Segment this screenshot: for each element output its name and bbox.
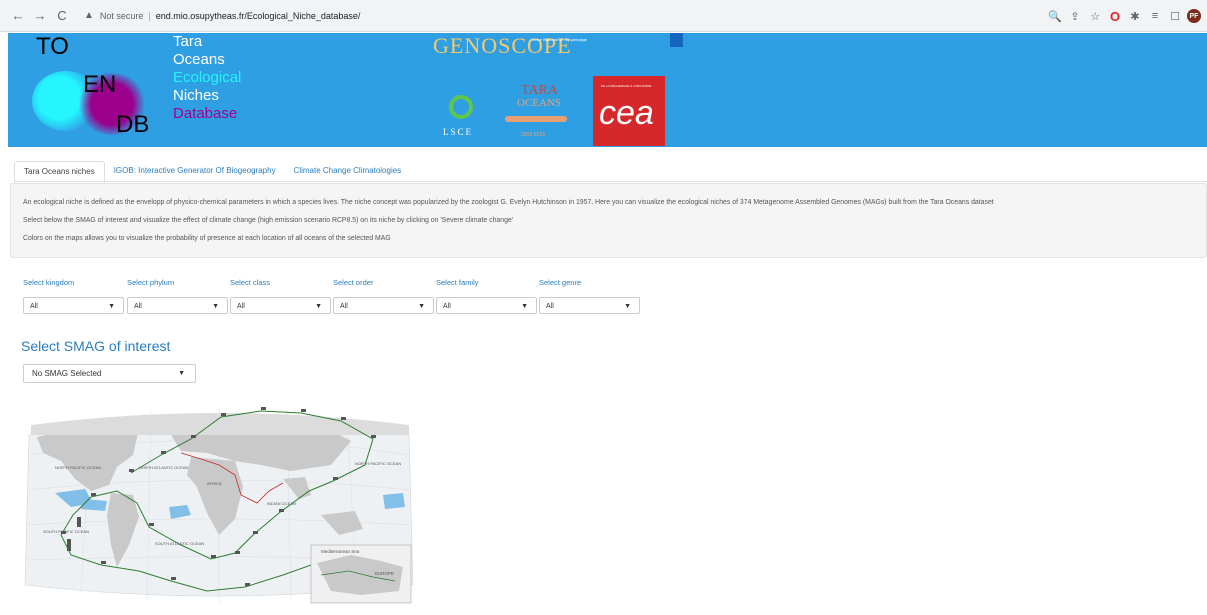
filter-phylum-label: Select phylum [127,278,175,287]
lsce-logo: LSCE [443,95,481,143]
brand-line: Oceans [173,51,225,68]
main-tabs: Tara Oceans niches IGOB: Interactive Gen… [14,161,411,183]
address-bar[interactable]: ▲ Not secure | end.mio.osupytheas.fr/Eco… [84,10,360,21]
genre-select[interactable]: All ▼ [539,297,640,314]
family-select[interactable]: All ▼ [436,297,537,314]
url-separator: | [148,10,151,21]
family-select-value: All [443,303,451,310]
boat-icon [505,116,567,122]
phylum-select-value: All [134,303,142,310]
inset-label: Mediterranean Sea [321,549,360,554]
chevron-down-icon: ▼ [315,303,322,310]
smag-select[interactable]: No SMAG Selected ▼ [23,364,196,383]
order-select[interactable]: All ▼ [333,297,434,314]
tab-igob[interactable]: IGOB: Interactive Generator Of Biogeogra… [105,161,285,181]
brand-title: Tara Oceans Ecological Niches Database [173,33,241,123]
inset-europe-label: EUROPE [375,571,394,576]
description-line-3: Colors on the maps allows you to visuali… [23,235,391,242]
forward-icon[interactable]: → [32,8,48,24]
filter-family-label: Select family [436,278,479,287]
genoscope-square [670,33,683,47]
brand-line: Ecological [173,69,242,86]
order-select-value: All [340,303,348,310]
filter-class: Select class All ▼ [230,277,331,314]
filter-genre-label: Select genre [539,278,582,287]
chevron-down-icon: ▼ [624,303,631,310]
filter-order-label: Select order [333,278,374,287]
warning-icon: ▲ [84,10,94,21]
description-line-1: An ecological niche is defined as the en… [23,199,994,206]
continent-label: AFRICA [207,481,222,486]
cea-tagline: DE LA RECHERCHE À L'INDUSTRIE [601,84,652,88]
class-select[interactable]: All ▼ [230,297,331,314]
chevron-down-icon: ▼ [178,370,185,377]
share-icon[interactable]: ⇪ [1067,8,1083,24]
ocean-label: SOUTH PACIFIC OCEAN [43,529,89,534]
zoom-icon[interactable]: 🔍 [1047,8,1063,24]
tab-climate-change[interactable]: Climate Change Climatologies [285,161,411,181]
not-secure-label: Not secure [99,10,144,21]
lsce-text: LSCE [443,127,474,137]
ocean-label: NORTH PACIFIC OCEAN [355,461,401,466]
smag-select-value: No SMAG Selected [32,369,102,378]
chevron-down-icon: ▼ [521,303,528,310]
phylum-select[interactable]: All ▼ [127,297,228,314]
brand-line: Tara [173,33,203,50]
tara-subtitle: OCEANS [517,97,562,109]
chevron-down-icon: ▼ [418,303,425,310]
back-icon[interactable]: ← [10,8,26,24]
browser-toolbar: ← → C ▲ Not secure | end.mio.osupytheas.… [0,0,1207,32]
cea-logo: DE LA RECHERCHE À L'INDUSTRIE cea [593,76,665,146]
profile-avatar[interactable]: PF [1187,9,1201,23]
tara-oceans-logo: TARA OCEANS 2009-2013 [503,83,573,145]
filter-class-label: Select class [230,278,271,287]
genre-select-value: All [546,303,554,310]
tab-tara-oceans-niches[interactable]: Tara Oceans niches [14,161,105,183]
filter-kingdom-label: Select kingdom [23,278,75,287]
brand-line: Database [173,105,238,122]
description-line-2: Select below the SMAG of interest and vi… [23,217,514,224]
header-banner: TO EN DB Tara Oceans Ecological Niches Datab… [8,33,1207,147]
bookmark-star-icon[interactable]: ☆ [1087,8,1103,24]
smag-title: Select SMAG of interest [21,338,171,354]
filter-family: Select family All ▼ [436,277,537,314]
toendb-logo: TO EN DB [8,33,149,147]
window-icon[interactable]: ☐ [1167,8,1183,24]
tara-sampling-map: Mediterranean Sea EUROPE NORTH PACIFIC O… [21,395,417,615]
kingdom-select-value: All [30,303,38,310]
logo-en: EN [83,71,117,98]
reload-icon[interactable]: C [54,8,70,24]
filter-order: Select order All ▼ [333,277,434,314]
lsce-circle-icon [449,95,473,119]
brand-line: Niches [173,87,219,104]
description-panel: An ecological niche is defined as the en… [10,183,1207,258]
opera-extension-icon[interactable]: O [1107,8,1123,24]
kingdom-select[interactable]: All ▼ [23,297,124,314]
ocean-label: INDIAN OCEAN [267,501,296,506]
logo-db: DB [116,111,150,138]
logo-to: TO [36,33,69,60]
extensions-icon[interactable]: ✱ [1127,8,1143,24]
ocean-label: NORTH ATLANTIC OCEAN [139,465,189,470]
url-text[interactable]: end.mio.osupytheas.fr/Ecological_Niche_d… [156,11,361,21]
class-select-value: All [237,303,245,310]
ocean-label: NORTH PACIFIC OCEAN [55,465,101,470]
filter-phylum: Select phylum All ▼ [127,277,228,314]
chevron-down-icon: ▼ [212,303,219,310]
filter-genre: Select genre All ▼ [539,277,640,314]
reading-list-icon[interactable]: ≡ [1147,8,1163,24]
ocean-label: SOUTH ATLANTIC OCEAN [155,541,204,546]
genoscope-subtitle: Centre National de Séquençage [530,37,587,42]
tab-divider [14,181,1207,182]
chevron-down-icon: ▼ [108,303,115,310]
tara-years: 2009-2013 [521,132,545,138]
filter-kingdom: Select kingdom All ▼ [23,277,124,314]
cea-text: cea [599,94,654,132]
